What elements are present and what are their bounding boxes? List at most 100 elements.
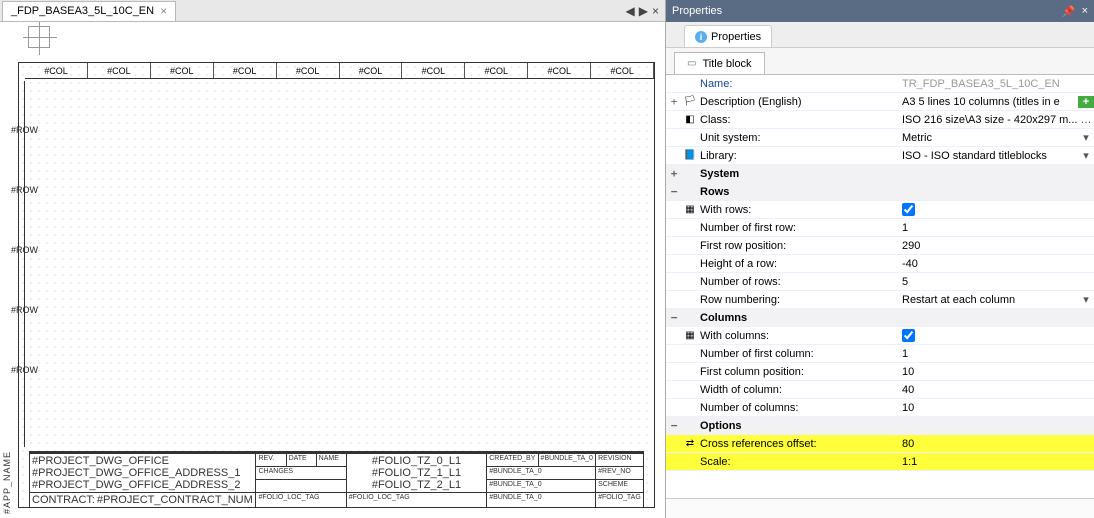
prop-num-first-col[interactable]: Number of first column: 1	[666, 345, 1094, 363]
document-tab[interactable]: _FDP_BASEA3_5L_10C_EN ×	[2, 1, 176, 21]
group-system[interactable]: + System	[666, 165, 1094, 183]
prop-value[interactable]: ISO 216 size\A3 size - 420x297 m...	[898, 114, 1078, 126]
prop-value[interactable]: 1	[898, 348, 1094, 360]
prop-label: Description (English)	[698, 96, 898, 108]
prop-value: TR_FDP_BASEA3_5L_10C_EN	[898, 78, 1094, 90]
prop-library[interactable]: 📘 Library: ISO - ISO standard titleblock…	[666, 147, 1094, 165]
add-icon[interactable]: +	[1078, 96, 1094, 108]
prop-value[interactable]: -40	[898, 258, 1094, 270]
library-icon: 📘	[682, 150, 698, 161]
tb-bundle: #BUNDLE_TA_0	[487, 467, 596, 480]
app-name-label: #APP_NAME	[2, 451, 12, 514]
subtab-properties[interactable]: i Properties	[684, 25, 772, 47]
prop-value[interactable]: A3 5 lines 10 columns (titles in e	[898, 96, 1078, 108]
next-tab-icon[interactable]: ▶	[639, 4, 648, 18]
chevron-down-icon[interactable]: ▾	[1078, 293, 1094, 306]
col-header: #COL	[465, 63, 528, 78]
tb-created-by: CREATED_BY	[487, 454, 538, 467]
close-tab-icon[interactable]: ×	[160, 5, 167, 17]
prop-with-columns[interactable]: ▦ With columns:	[666, 327, 1094, 345]
prop-label: Width of column:	[698, 384, 898, 396]
tb-bundle3: #BUNDLE_TA_0	[487, 493, 596, 508]
prop-value[interactable]: 1	[898, 222, 1094, 234]
browse-icon[interactable]: …	[1078, 114, 1094, 126]
property-grid[interactable]: Name: TR_FDP_BASEA3_5L_10C_EN + 🏳 Descri…	[666, 74, 1094, 498]
prop-name[interactable]: Name: TR_FDP_BASEA3_5L_10C_EN	[666, 75, 1094, 93]
col-header: #COL	[151, 63, 214, 78]
tb-contract-num: #PROJECT_CONTRACT_NUM	[97, 494, 253, 506]
prop-label: Unit system:	[698, 132, 898, 144]
prop-value[interactable]: 10	[898, 402, 1094, 414]
cattab-label: Title block	[702, 58, 751, 70]
chevron-down-icon[interactable]: ▾	[1078, 149, 1094, 162]
title-block-icon: ▭	[687, 58, 696, 69]
prop-label: Cross references offset:	[698, 438, 898, 450]
prop-label: With columns:	[698, 330, 898, 342]
tb-folio-tz0: #FOLIO_TZ_0_L1	[349, 455, 484, 467]
tb-revno: #REV_NO	[596, 467, 644, 480]
prop-value[interactable]: 1:1	[898, 456, 1094, 468]
collapse-icon[interactable]: −	[666, 185, 682, 198]
prop-value[interactable]: ISO - ISO standard titleblocks	[898, 150, 1078, 162]
tb-project-office: #PROJECT_DWG_OFFICE	[32, 455, 253, 467]
class-icon: ◧	[682, 114, 698, 125]
panel-close-icon[interactable]: ×	[1082, 5, 1088, 17]
row-header-col	[19, 81, 25, 447]
group-rows[interactable]: − Rows	[666, 183, 1094, 201]
collapse-icon[interactable]: −	[666, 419, 682, 432]
document-tab-title: _FDP_BASEA3_5L_10C_EN	[11, 5, 154, 17]
prop-class[interactable]: ◧ Class: ISO 216 size\A3 size - 420x297 …	[666, 111, 1094, 129]
col-header: #COL	[214, 63, 277, 78]
prop-row-numbering[interactable]: Row numbering: Restart at each column ▾	[666, 291, 1094, 309]
prop-value[interactable]: 10	[898, 366, 1094, 378]
prop-xref-offset[interactable]: ⇄ Cross references offset: 80	[666, 435, 1094, 453]
tb-date-label: DATE	[286, 454, 316, 467]
prop-label: Number of first row:	[698, 222, 898, 234]
prop-label: Class:	[698, 114, 898, 126]
prop-num-first-row[interactable]: Number of first row: 1	[666, 219, 1094, 237]
close-all-tabs-icon[interactable]: ×	[652, 4, 659, 18]
prop-value[interactable]: Metric	[898, 132, 1078, 144]
prop-value[interactable]: 290	[898, 240, 1094, 252]
xref-icon: ⇄	[682, 438, 698, 449]
prop-value[interactable]: 80	[898, 438, 1094, 450]
category-tabs: ▭ Title block	[666, 48, 1094, 74]
prop-num-cols[interactable]: Number of columns: 10	[666, 399, 1094, 417]
properties-panel: Properties 📌 × i Properties ▭ Title bloc…	[665, 0, 1094, 518]
prev-tab-icon[interactable]: ◀	[626, 4, 635, 18]
prop-row-height[interactable]: Height of a row: -40	[666, 255, 1094, 273]
pin-icon[interactable]: 📌	[1062, 5, 1076, 18]
prop-num-rows[interactable]: Number of rows: 5	[666, 273, 1094, 291]
prop-label: With rows:	[698, 204, 898, 216]
prop-label: Height of a row:	[698, 258, 898, 270]
group-columns[interactable]: − Columns	[666, 309, 1094, 327]
drawing-sheet: #COL #COL #COL #COL #COL #COL #COL #COL …	[18, 62, 655, 508]
row-header: #ROW	[11, 305, 38, 315]
prop-label: Scale:	[698, 456, 898, 468]
collapse-icon[interactable]: −	[666, 311, 682, 324]
prop-first-row-pos[interactable]: First row position: 290	[666, 237, 1094, 255]
tb-changes-label: CHANGES	[256, 467, 346, 480]
title-block: #PROJECT_DWG_OFFICE #PROJECT_DWG_OFFICE_…	[29, 451, 644, 507]
cattab-title-block[interactable]: ▭ Title block	[674, 52, 765, 74]
expand-icon[interactable]: +	[666, 167, 682, 180]
tb-folio-tz1: #FOLIO_TZ_1_L1	[349, 467, 484, 479]
col-header: #COL	[25, 63, 88, 78]
group-options[interactable]: − Options	[666, 417, 1094, 435]
prop-first-col-pos[interactable]: First column position: 10	[666, 363, 1094, 381]
with-columns-checkbox[interactable]	[902, 329, 915, 342]
drawing-canvas[interactable]: #APP_NAME #COL #COL #COL #COL #COL #COL …	[0, 22, 665, 518]
prop-value[interactable]: Restart at each column	[898, 294, 1078, 306]
prop-with-rows[interactable]: ▦ With rows:	[666, 201, 1094, 219]
prop-value[interactable]: 40	[898, 384, 1094, 396]
prop-scale[interactable]: Scale: 1:1	[666, 453, 1094, 471]
chevron-down-icon[interactable]: ▾	[1078, 131, 1094, 144]
panel-header: Properties 📌 ×	[666, 0, 1094, 22]
prop-unit-system[interactable]: Unit system: Metric ▾	[666, 129, 1094, 147]
prop-col-width[interactable]: Width of column: 40	[666, 381, 1094, 399]
prop-value[interactable]: 5	[898, 276, 1094, 288]
with-rows-checkbox[interactable]	[902, 203, 915, 216]
prop-description[interactable]: + 🏳 Description (English) A3 5 lines 10 …	[666, 93, 1094, 111]
expand-icon[interactable]: +	[666, 95, 682, 108]
tb-folio-loc-tag2: #FOLIO_LOC_TAG	[346, 493, 486, 508]
